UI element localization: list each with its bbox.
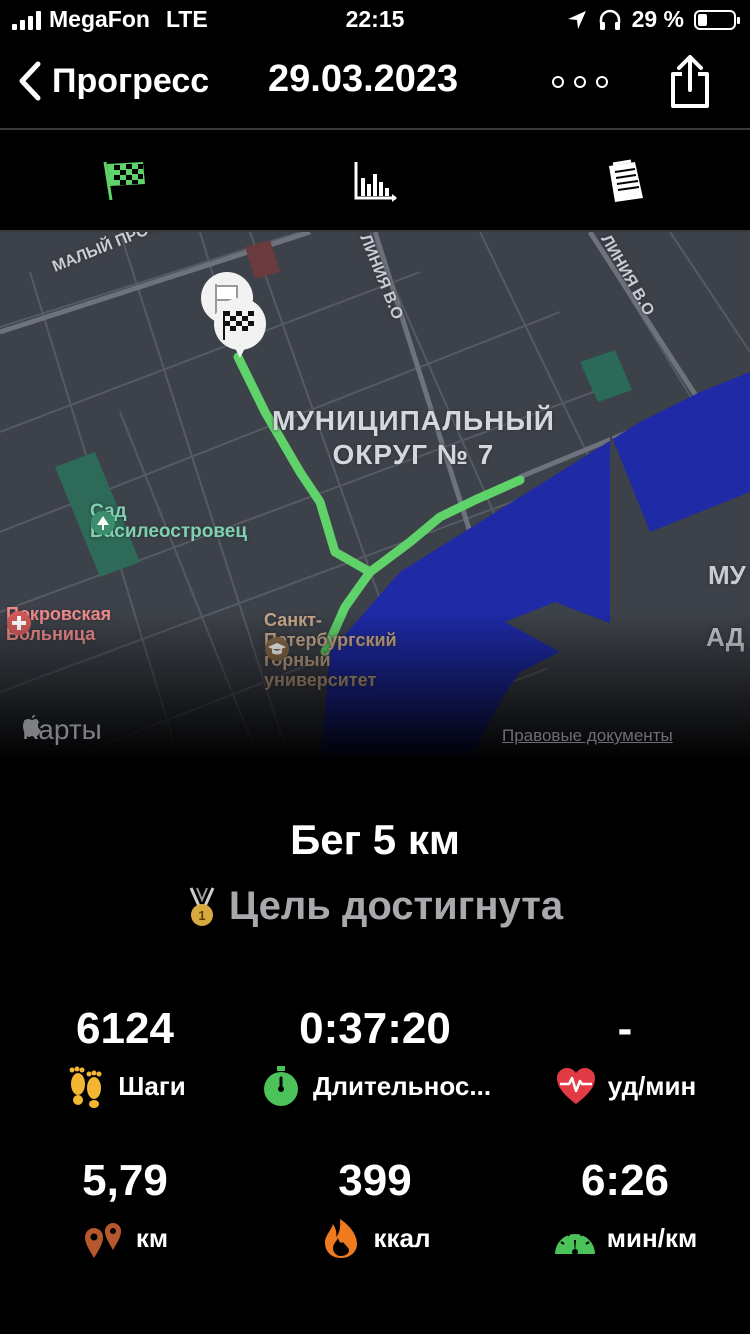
legal-link[interactable]: Правовые документы xyxy=(502,726,673,746)
stopwatch-icon xyxy=(259,1064,303,1108)
tab-bar xyxy=(0,130,750,232)
stat-heart-rate: - уд/мин xyxy=(500,1004,750,1108)
calories-value: 399 xyxy=(338,1156,412,1205)
battery-percent: 29 % xyxy=(631,6,684,32)
workout-title: Бег 5 км xyxy=(290,816,460,863)
stat-distance: 5,79 км xyxy=(0,1156,250,1260)
footprints-icon xyxy=(64,1064,108,1108)
route-map[interactable]: МАЛЫЙ ПРОС ЛИНИЯ В.О ЛИНИЯ В.О МУНИЦИПАЛ… xyxy=(0,232,750,762)
back-label: Прогресс xyxy=(52,61,210,100)
svg-text:1: 1 xyxy=(198,908,205,923)
duration-value: 0:37:20 xyxy=(299,1004,451,1053)
status-bar: MegaFon LTE 22:15 29 % xyxy=(0,0,750,42)
stat-calories: 399 ккал xyxy=(250,1156,500,1260)
tab-details[interactable] xyxy=(600,156,650,206)
pace-value: 6:26 xyxy=(580,1156,670,1205)
apple-logo-icon xyxy=(23,715,41,737)
share-icon xyxy=(671,55,709,108)
park-poi[interactable]: Сад Василеостровец xyxy=(90,502,247,542)
tree-icon xyxy=(91,511,115,535)
back-button[interactable]: Прогресс xyxy=(16,60,209,102)
receipt-icon xyxy=(609,159,643,202)
hospital-cross-icon xyxy=(7,611,31,635)
stat-steps: 6124 Шаги xyxy=(0,1004,250,1108)
location-arrow-icon xyxy=(567,10,586,29)
finish-flag-pin-icon[interactable] xyxy=(210,296,270,368)
steps-value: 6124 xyxy=(76,1004,174,1053)
chevron-left-icon xyxy=(19,61,41,101)
heart-rate-value: - xyxy=(617,1004,633,1053)
share-button[interactable] xyxy=(666,54,714,115)
headphones-icon xyxy=(599,9,620,30)
battery-icon xyxy=(694,9,740,30)
status-right: 29 % xyxy=(566,6,740,33)
stat-pace: 6:26 мин/км xyxy=(500,1156,750,1260)
calories-unit: ккал xyxy=(373,1222,431,1253)
stat-duration: 0:37:20 Длительнос... xyxy=(250,1004,500,1108)
district-label: МУНИЦИПАЛЬНЫЙ ОКРУГ № 7 xyxy=(272,404,555,472)
speedometer-icon xyxy=(553,1216,597,1260)
hospital-poi[interactable]: Покровская Больница xyxy=(6,604,111,644)
goal-label: Цель достигнута xyxy=(228,884,564,928)
workout-date: 29.03.2023 xyxy=(268,58,459,100)
heart-pulse-icon xyxy=(554,1064,598,1108)
duration-unit: Длительнос... xyxy=(312,1070,492,1101)
navigation-bar: Прогресс 29.03.2023 xyxy=(0,42,750,130)
maps-attribution: Карты xyxy=(22,714,102,746)
more-button[interactable] xyxy=(552,62,608,102)
heart-rate-unit: уд/мин xyxy=(607,1070,697,1101)
graduation-cap-icon xyxy=(265,637,289,661)
bar-chart-icon xyxy=(354,162,397,202)
steps-unit: Шаги xyxy=(118,1070,186,1101)
map-edge-label: АД xyxy=(706,622,745,652)
tab-route[interactable] xyxy=(100,156,150,206)
medal-icon: 1 xyxy=(189,886,215,926)
pace-unit: мин/км xyxy=(606,1222,698,1253)
checkered-flag-icon xyxy=(103,161,145,201)
district-line1: МУНИЦИПАЛЬНЫЙ xyxy=(272,405,555,436)
location-pins-icon xyxy=(82,1216,126,1260)
goal-status: 1 Цель достигнута xyxy=(0,884,750,929)
distance-unit: км xyxy=(135,1222,169,1253)
distance-value: 5,79 xyxy=(82,1156,168,1205)
map-edge-label: МУ xyxy=(708,560,746,590)
university-poi[interactable]: Санкт- Петербургский горный университет xyxy=(264,610,397,690)
flame-icon xyxy=(319,1216,363,1260)
district-line2: ОКРУГ № 7 xyxy=(332,439,495,470)
tab-charts[interactable] xyxy=(350,156,400,206)
